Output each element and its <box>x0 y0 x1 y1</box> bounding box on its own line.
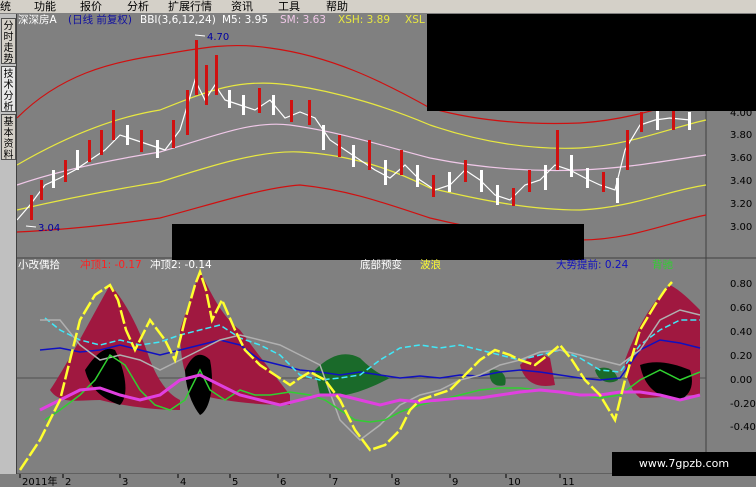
price-tick-label: 3.00 <box>730 222 752 233</box>
price-tick-label: 3.80 <box>730 130 752 141</box>
month-label: 8 <box>394 477 400 487</box>
chart-mode: (日线 前复权) <box>68 14 133 26</box>
trend-value: 大势提前: 0.24 <box>556 259 629 271</box>
month-label: 10 <box>508 477 521 487</box>
left-tab-bar: 分时走势 技术分析 基本资料 <box>0 14 17 474</box>
tab-fundamentals[interactable]: 基本资料 <box>1 114 16 161</box>
stock-title: 深深房A <box>18 14 57 26</box>
tab-intraday[interactable]: 分时走势 <box>1 18 16 65</box>
month-label: 2011年 <box>22 475 57 487</box>
menu-bar: 统 功能 报价 分析 扩展行情 资讯 工具 帮助 <box>0 0 756 14</box>
month-label: 6 <box>280 477 286 487</box>
label-wave: 波浪 <box>420 259 441 271</box>
month-label: 5 <box>232 477 238 487</box>
indicator-tick-label: 0.00 <box>730 375 752 386</box>
sm-value: SM: 3.63 <box>280 14 326 26</box>
month-label: 4 <box>180 477 186 487</box>
indicator-tick-label: 0.60 <box>730 303 752 314</box>
menu-item-news[interactable]: 资讯 <box>231 0 253 14</box>
label-bottom: 底部预变 <box>360 259 402 271</box>
menu-item-tools[interactable]: 工具 <box>278 0 300 14</box>
month-label: 2 <box>65 477 71 487</box>
menu-item-help[interactable]: 帮助 <box>326 0 348 14</box>
low-price-label: 3.04 <box>38 223 60 234</box>
watermark: www.7gpzb.com <box>612 452 756 476</box>
cd1-value: 冲顶1: -0.17 <box>80 259 142 271</box>
month-label: 7 <box>332 477 338 487</box>
menu-item-system[interactable]: 统 <box>0 0 11 14</box>
indicator-name: BBI(3,6,12,24) <box>140 14 216 26</box>
xsh-value: XSH: 3.89 <box>338 14 391 26</box>
month-label: 3 <box>122 477 128 487</box>
menu-item-quotes[interactable]: 报价 <box>80 0 102 14</box>
price-tick-label: 3.20 <box>730 199 752 210</box>
indicator-tick-label: 0.80 <box>730 279 752 290</box>
menu-item-function[interactable]: 功能 <box>34 0 56 14</box>
indicator-panel <box>17 268 706 471</box>
month-label: 9 <box>452 477 458 487</box>
m5-value: M5: 3.95 <box>222 14 268 26</box>
price-tick-label: 3.40 <box>730 176 752 187</box>
tab-technical[interactable]: 技术分析 <box>1 66 16 113</box>
menu-item-analysis[interactable]: 分析 <box>127 0 149 14</box>
sub-indicator-name: 小改偶拾 <box>18 259 60 271</box>
high-price-label: 4.70 <box>207 32 229 43</box>
indicator-tick-label: 0.40 <box>730 327 752 338</box>
xsl-value: XSL <box>405 14 425 26</box>
label-divergence: 背驰 <box>652 259 673 271</box>
redaction-box <box>172 224 584 260</box>
indicator-tick-label: -0.20 <box>730 399 756 410</box>
price-tick-label: 3.60 <box>730 153 752 164</box>
month-label: 11 <box>562 477 575 487</box>
indicator-axis: 0.80 0.60 0.40 0.20 0.00 -0.20 -0.40 <box>730 279 756 433</box>
menu-item-extended-quotes[interactable]: 扩展行情 <box>168 0 212 14</box>
cd2-value: 冲顶2: -0.14 <box>150 259 212 271</box>
redaction-box <box>427 14 756 111</box>
indicator-tick-label: -0.40 <box>730 422 756 433</box>
indicator-tick-label: 0.20 <box>730 351 752 362</box>
